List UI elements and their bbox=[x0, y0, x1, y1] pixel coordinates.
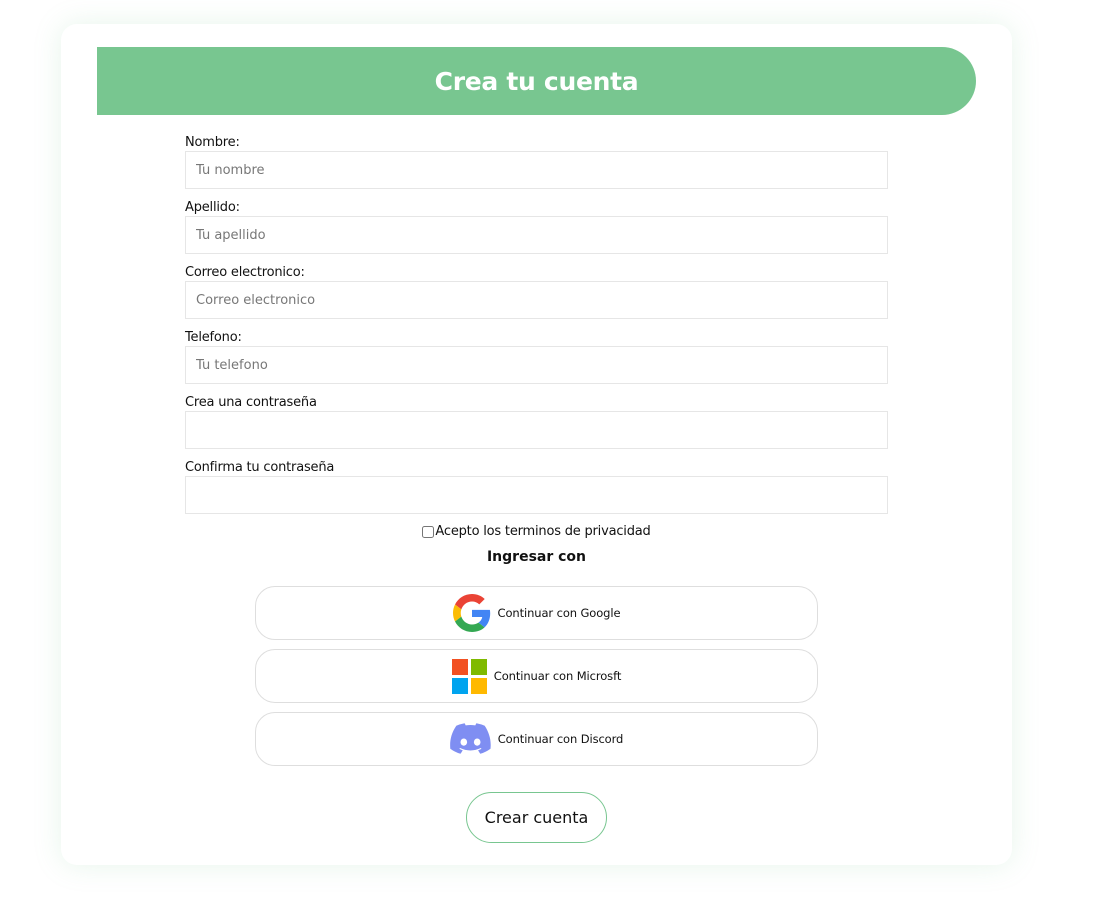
apellido-input[interactable] bbox=[185, 216, 888, 254]
microsoft-button[interactable]: Continuar con Microsft bbox=[255, 649, 818, 703]
google-button-label: Continuar con Google bbox=[497, 606, 621, 620]
terms-row: Acepto los terminos de privacidad bbox=[61, 524, 1012, 539]
google-button[interactable]: Continuar con Google bbox=[255, 586, 818, 640]
create-account-button[interactable]: Crear cuenta bbox=[466, 792, 607, 843]
signup-card: Crea tu cuenta Nombre: Apellido: Correo … bbox=[61, 24, 1012, 865]
microsoft-icon bbox=[451, 658, 487, 694]
telefono-label: Telefono: bbox=[185, 330, 242, 345]
confirm-password-input[interactable] bbox=[185, 476, 888, 514]
discord-button-label: Continuar con Discord bbox=[497, 732, 624, 746]
nombre-label: Nombre: bbox=[185, 135, 240, 150]
social-heading: Ingresar con bbox=[486, 549, 587, 565]
email-input[interactable] bbox=[185, 281, 888, 319]
apellido-label: Apellido: bbox=[185, 200, 240, 215]
terms-checkbox[interactable] bbox=[422, 525, 435, 538]
email-label: Correo electronico: bbox=[185, 265, 305, 280]
google-icon bbox=[452, 594, 491, 632]
telefono-input[interactable] bbox=[185, 346, 888, 384]
nombre-input[interactable] bbox=[185, 151, 888, 189]
terms-label: Acepto los terminos de privacidad bbox=[435, 524, 651, 539]
password-input[interactable] bbox=[185, 411, 888, 449]
title-banner: Crea tu cuenta bbox=[97, 47, 976, 115]
password-label: Crea una contraseña bbox=[185, 395, 317, 410]
discord-button[interactable]: Continuar con Discord bbox=[255, 712, 818, 766]
microsoft-button-label: Continuar con Microsft bbox=[493, 669, 622, 683]
confirm-password-label: Confirma tu contraseña bbox=[185, 460, 335, 475]
discord-icon bbox=[449, 723, 491, 755]
page-title: Crea tu cuenta bbox=[434, 66, 639, 96]
